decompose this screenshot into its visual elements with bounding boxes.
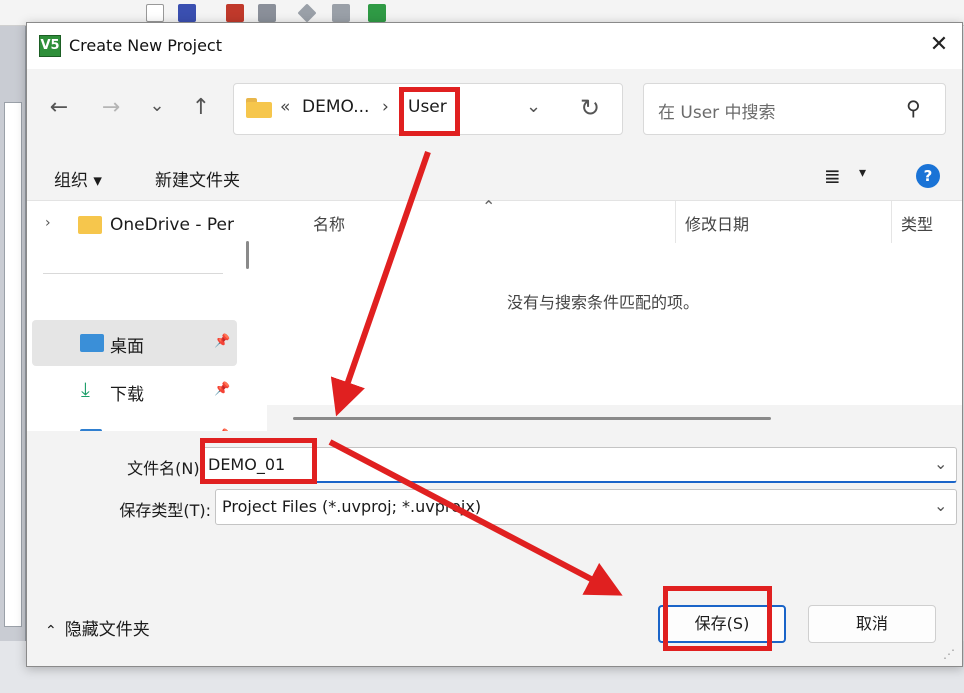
arrow-filename-to-save bbox=[328, 439, 623, 596]
annotation-arrows bbox=[328, 151, 623, 596]
arrow-user-to-filename bbox=[330, 151, 431, 417]
